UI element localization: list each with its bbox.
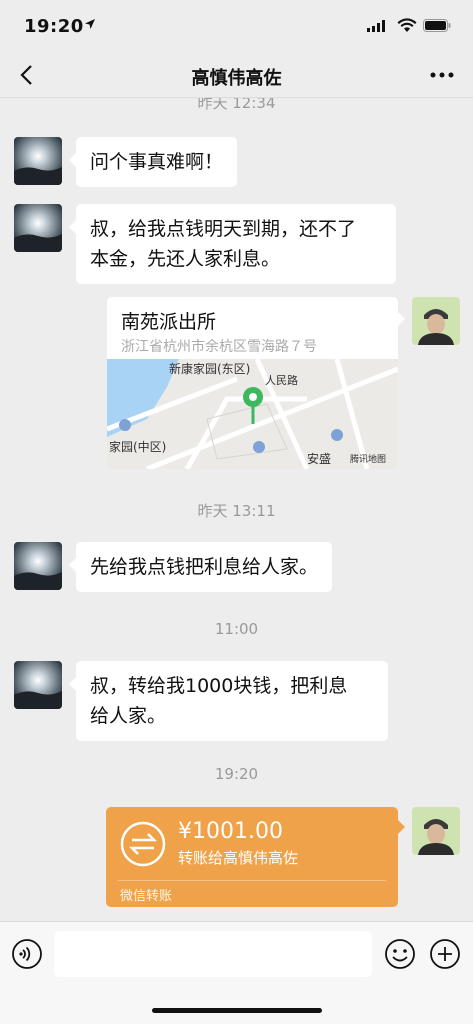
transfer-icon <box>120 821 166 867</box>
message-text-line: 给人家。 <box>90 705 167 727</box>
timestamp: 11:00 <box>214 620 259 638</box>
location-map: 新康家园(东区) 人民路 家园(中区) 安盛 腾讯地图 <box>107 359 398 469</box>
transfer-amount: ¥1001.00 <box>178 819 283 844</box>
avatar[interactable] <box>14 542 62 590</box>
bubble-tail <box>398 820 405 834</box>
avatar[interactable] <box>14 137 62 185</box>
map-label: 人民路 <box>265 374 298 387</box>
message-bubble[interactable]: 先给我点钱把利息给人家。 <box>68 542 333 592</box>
plus-icon[interactable] <box>429 938 461 970</box>
transfer-card[interactable]: ¥1001.00 转账给高慎伟高佐 微信转账 <box>106 807 398 907</box>
emoji-icon[interactable] <box>384 938 416 970</box>
divider <box>118 880 386 881</box>
map-label: 安盛 <box>307 451 331 466</box>
transfer-recipient: 转账给高慎伟高佐 <box>178 849 299 867</box>
wifi-icon <box>397 18 417 32</box>
map-label: 家园(中区) <box>109 439 166 454</box>
message-bubble[interactable]: 问个事真难啊！ <box>68 137 238 187</box>
battery-icon <box>423 19 451 32</box>
message-text: 问个事真难啊！ <box>90 151 224 173</box>
avatar[interactable] <box>14 204 62 252</box>
location-address: 浙江省杭州市余杭区雪海路７号 <box>121 339 317 355</box>
self-avatar[interactable] <box>412 297 460 345</box>
message-text-line: 叔，转给我1000块钱，把利息 <box>90 675 348 697</box>
message-text: 先给我点钱把利息给人家。 <box>90 556 319 578</box>
status-bar: 19:20 <box>0 0 473 52</box>
message-text-line: 叔，给我点钱明天到期，还不了 <box>90 218 357 240</box>
avatar-image <box>412 297 460 345</box>
message-text-line: 本金，先还人家利息。 <box>90 248 281 270</box>
avatar-image <box>14 542 62 590</box>
avatar-image <box>14 137 62 185</box>
chat-area[interactable]: 昨天 12:34 问个事真难啊！ 叔，给我点钱明天到期，还不了 本金，先还人家利… <box>0 98 473 921</box>
message-bubble[interactable]: 叔，给我点钱明天到期，还不了 本金，先还人家利息。 <box>69 204 396 284</box>
map-label: 腾讯地图 <box>350 453 386 465</box>
avatar-image <box>14 661 62 709</box>
chat-header: 高慎伟高佐 <box>0 52 473 98</box>
avatar-image <box>14 204 62 252</box>
chat-title: 高慎伟高佐 <box>191 68 282 89</box>
location-card[interactable]: 南苑派出所 浙江省杭州市余杭区雪海路７号 新康家园(东区) 人民路 家园(中区)… <box>107 297 398 469</box>
home-indicator <box>152 1008 322 1013</box>
map-label: 新康家园(东区) <box>169 361 250 376</box>
timestamp: 昨天 13:11 <box>197 502 276 520</box>
signal-icon <box>367 20 385 32</box>
timestamp: 昨天 12:34 <box>197 98 276 112</box>
location-name: 南苑派出所 <box>121 311 217 333</box>
timestamp: 19:20 <box>214 765 259 783</box>
location-arrow-icon <box>85 19 95 29</box>
voice-icon[interactable] <box>11 938 43 970</box>
message-bubble[interactable]: 叔，转给我1000块钱，把利息 给人家。 <box>69 661 388 741</box>
more-icon[interactable] <box>429 64 455 86</box>
avatar[interactable] <box>14 661 62 709</box>
self-avatar[interactable] <box>412 807 460 855</box>
status-time: 19:20 <box>24 16 84 37</box>
bubble-tail <box>398 312 405 326</box>
input-bar <box>0 921 473 1024</box>
transfer-source: 微信转账 <box>120 889 173 904</box>
message-input[interactable] <box>54 931 372 977</box>
avatar-image <box>412 807 460 855</box>
